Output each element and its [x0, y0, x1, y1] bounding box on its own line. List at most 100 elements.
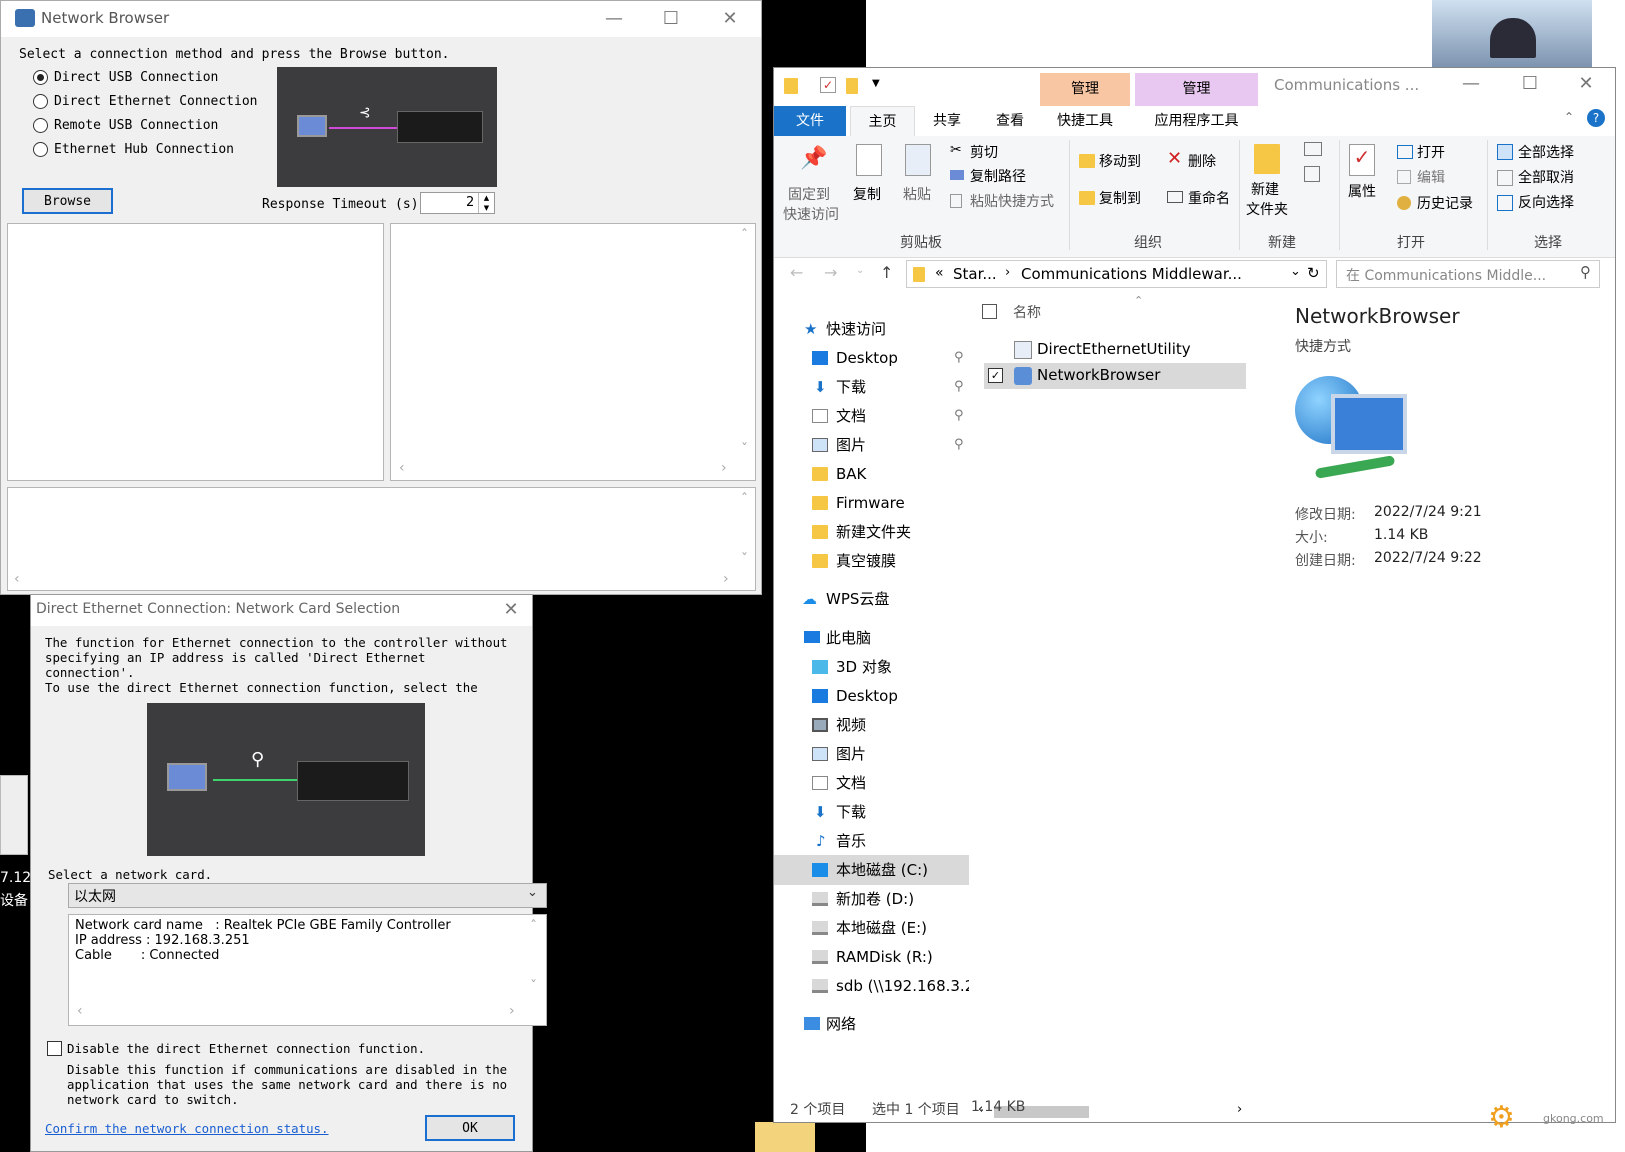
help-icon[interactable]: ? — [1587, 109, 1605, 127]
radio-direct-usb[interactable] — [33, 70, 48, 85]
scroll-up-arrow[interactable]: ˆ — [741, 228, 748, 244]
file-row-selected[interactable]: ✓ NetworkBrowser — [984, 363, 1246, 389]
recent-dropdown-icon[interactable]: ⌄ — [856, 265, 864, 276]
radio-ethernet-hub[interactable] — [33, 142, 48, 157]
radio-direct-ethernet[interactable] — [33, 94, 48, 109]
invert-selection-icon[interactable] — [1497, 195, 1513, 211]
radio-label-remote-usb[interactable]: Remote USB Connection — [54, 118, 218, 133]
select-none-icon[interactable] — [1497, 170, 1513, 186]
new-item-icon[interactable] — [1304, 142, 1322, 156]
collapse-ribbon-icon[interactable]: ⌃ — [1564, 110, 1574, 124]
forward-icon[interactable]: → — [824, 263, 837, 282]
edit-label[interactable]: 编辑 — [1417, 167, 1445, 187]
nav-new-folder[interactable]: 新建文件夹 — [774, 517, 969, 547]
card-info-panel[interactable]: Network card name : Realtek PCIe GBE Fam… — [68, 914, 547, 1026]
nav-desktop-2[interactable]: Desktop — [774, 681, 969, 711]
maximize-icon[interactable]: ☐ — [659, 7, 683, 31]
nav-downloads-2[interactable]: ⬇ 下载 — [774, 797, 969, 827]
minimize-icon[interactable]: — — [1459, 72, 1483, 96]
ok-button[interactable]: OK — [425, 1115, 515, 1141]
info-scroll-up[interactable]: ˆ — [530, 919, 537, 935]
properties-label[interactable]: 属性 — [1348, 181, 1376, 201]
copy-label[interactable]: 复制 — [853, 184, 881, 204]
paste-icon[interactable] — [905, 144, 931, 176]
pin-icon[interactable]: 📌 — [800, 146, 827, 171]
open-label[interactable]: 打开 — [1417, 142, 1445, 162]
disable-label[interactable]: Disable the direct Ethernet connection f… — [67, 1041, 425, 1056]
radio-label-direct-usb[interactable]: Direct USB Connection — [54, 70, 218, 85]
select-all-label[interactable]: 全部选择 — [1518, 142, 1574, 162]
refresh-icon[interactable]: ↻ — [1307, 264, 1320, 282]
tab-file[interactable]: 文件 — [774, 106, 846, 136]
close-icon[interactable]: ✕ — [718, 7, 742, 31]
nav-network[interactable]: 网络 — [774, 1009, 969, 1039]
info-scroll-down[interactable]: ˇ — [530, 979, 537, 995]
easy-access-icon[interactable] — [1304, 166, 1320, 182]
timeout-spinner[interactable]: 2 ▲ ▼ — [420, 192, 495, 214]
nav-quick-access[interactable]: ★ 快速访问 — [774, 314, 969, 344]
breadcrumb-part-1[interactable]: Star... — [953, 265, 997, 283]
row-checkbox-checked[interactable]: ✓ — [988, 368, 1003, 383]
rename-label[interactable]: 重命名 — [1188, 188, 1230, 208]
copy-to-label[interactable]: 复制到 — [1099, 188, 1141, 208]
checkmark-icon[interactable]: ✓ — [820, 77, 836, 93]
maximize-icon[interactable]: ☐ — [1518, 72, 1542, 96]
browse-button[interactable]: Browse — [22, 188, 113, 214]
nav-network-drive[interactable]: sdb (\\192.168.3.2 — [774, 971, 969, 1001]
pin-label-2[interactable]: 快速访问 — [783, 204, 839, 224]
history-icon[interactable] — [1397, 196, 1411, 210]
nav-desktop[interactable]: Desktop ⚲ — [774, 343, 969, 373]
select-none-label[interactable]: 全部取消 — [1518, 167, 1574, 187]
select-all-checkbox[interactable] — [982, 304, 997, 319]
nav-vacuum[interactable]: 真空镀膜 — [774, 546, 969, 576]
delete-label[interactable]: 删除 — [1188, 151, 1216, 171]
nav-videos[interactable]: 视频 — [774, 710, 969, 740]
device-tree-panel[interactable] — [7, 223, 384, 481]
disable-checkbox[interactable] — [47, 1041, 62, 1056]
copy-to-icon[interactable] — [1079, 191, 1095, 205]
nav-drive-e[interactable]: 本地磁盘 (E:) — [774, 913, 969, 943]
nav-documents[interactable]: 文档 ⚲ — [774, 401, 969, 431]
minimize-icon[interactable]: — — [602, 7, 626, 31]
info-scroll-right[interactable]: › — [509, 1003, 515, 1019]
rename-icon[interactable] — [1167, 191, 1183, 203]
paste-label[interactable]: 粘贴 — [903, 184, 931, 204]
address-dropdown-icon[interactable]: ⌄ — [1290, 264, 1301, 279]
nav-drive-d[interactable]: 新加卷 (D:) — [774, 884, 969, 914]
nav-wps-cloud[interactable]: ☁ WPS云盘 — [774, 584, 969, 614]
spinner-arrows[interactable]: ▲ ▼ — [478, 193, 494, 213]
address-bar[interactable]: « Star... › Communications Middlewar... … — [906, 260, 1327, 288]
paste-shortcut-icon[interactable] — [950, 194, 962, 208]
breadcrumb-part-2[interactable]: Communications Middlewar... — [1021, 265, 1242, 283]
nav-drive-c[interactable]: 本地磁盘 (C:) — [774, 855, 969, 885]
customize-dropdown-icon[interactable]: ▼ — [872, 78, 880, 89]
cut-label[interactable]: 剪切 — [970, 142, 998, 162]
nav-pictures[interactable]: 图片 ⚲ — [774, 430, 969, 460]
pin-icon[interactable]: ⚲ — [954, 372, 964, 402]
scroll-right-arrow[interactable]: › — [721, 460, 727, 476]
edit-icon[interactable] — [1397, 170, 1411, 184]
dialog-close-icon[interactable]: ✕ — [499, 598, 523, 622]
nav-downloads[interactable]: ⬇ 下载 ⚲ — [774, 372, 969, 402]
pin-icon[interactable]: ⚲ — [954, 430, 964, 460]
radio-remote-usb[interactable] — [33, 118, 48, 133]
tab-share[interactable]: 共享 — [916, 106, 978, 136]
file-row[interactable]: DirectEthernetUtility — [984, 337, 1246, 363]
delete-icon[interactable]: ✕ — [1167, 148, 1182, 169]
copy-path-label[interactable]: 复制路径 — [970, 166, 1026, 186]
history-label[interactable]: 历史记录 — [1417, 193, 1473, 213]
move-to-icon[interactable] — [1079, 154, 1095, 168]
copy-icon[interactable] — [856, 144, 882, 176]
pin-label[interactable]: 固定到 — [788, 184, 830, 204]
search-icon[interactable]: ⚲ — [1580, 263, 1591, 281]
pin-icon[interactable]: ⚲ — [954, 343, 964, 373]
tab-app-tools[interactable]: 应用程序工具 — [1135, 106, 1258, 136]
scroll-down-arrow[interactable]: ˇ — [741, 442, 748, 458]
close-icon[interactable]: ✕ — [1574, 72, 1598, 96]
nav-bak[interactable]: BAK — [774, 459, 969, 489]
pin-icon[interactable]: ⚲ — [954, 401, 964, 431]
search-box[interactable]: 在 Communications Middle... ⚲ — [1336, 260, 1600, 288]
select-all-icon[interactable] — [1497, 144, 1513, 160]
nav-firmware[interactable]: Firmware — [774, 488, 969, 518]
nav-pictures-2[interactable]: 图片 — [774, 739, 969, 769]
